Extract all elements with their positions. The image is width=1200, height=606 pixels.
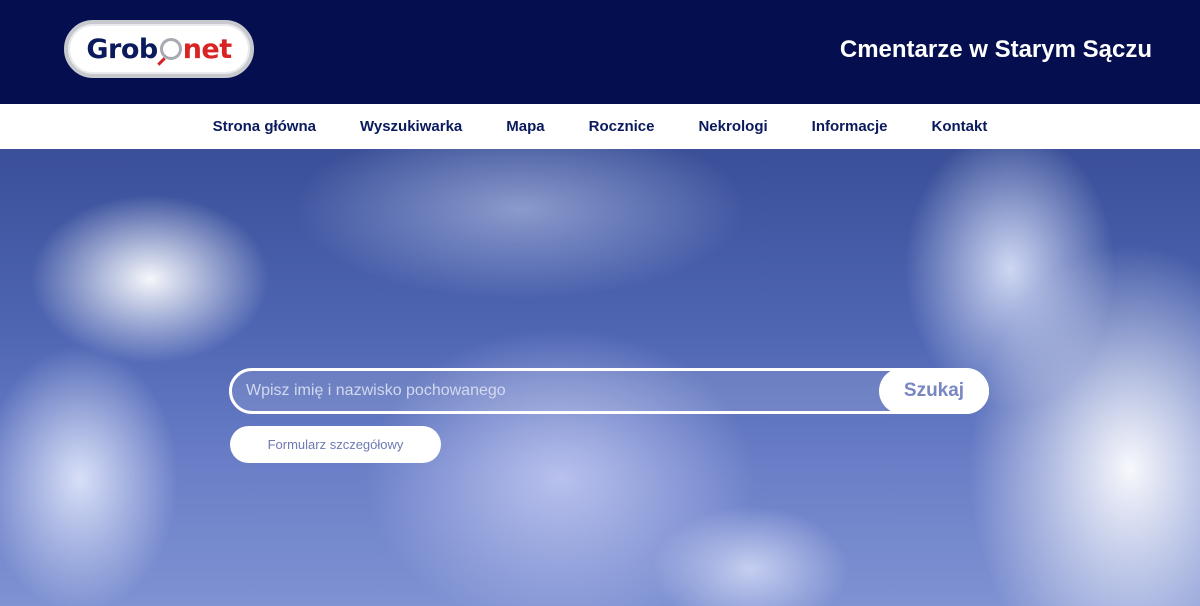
logo-text-net: net xyxy=(182,33,232,65)
detailed-form-button[interactable]: Formularz szczegółowy xyxy=(230,426,441,463)
grobonet-logo[interactable]: Grob net xyxy=(64,20,254,78)
nav-item-contact[interactable]: Kontakt xyxy=(932,118,988,135)
site-header: Grob net Cmentarze w Starym Sączu xyxy=(0,0,1200,104)
logo-text-grob: Grob xyxy=(86,33,158,65)
page-title: Cmentarze w Starym Sączu xyxy=(839,36,1152,63)
nav-item-home[interactable]: Strona główna xyxy=(213,118,316,135)
search-input[interactable] xyxy=(246,371,876,411)
nav-item-anniversaries[interactable]: Rocznice xyxy=(589,118,655,135)
nav-item-search[interactable]: Wyszukiwarka xyxy=(360,118,462,135)
nav-item-map[interactable]: Mapa xyxy=(506,118,544,135)
main-nav: Strona główna Wyszukiwarka Mapa Rocznice… xyxy=(0,104,1200,149)
magnifier-icon xyxy=(159,38,182,60)
search-button[interactable]: Szukaj xyxy=(879,368,989,414)
search-bar: Szukaj xyxy=(229,368,989,414)
nav-item-information[interactable]: Informacje xyxy=(812,118,888,135)
hero-sky-background: Szukaj Formularz szczegółowy xyxy=(0,149,1200,606)
nav-item-obituaries[interactable]: Nekrologi xyxy=(698,118,767,135)
